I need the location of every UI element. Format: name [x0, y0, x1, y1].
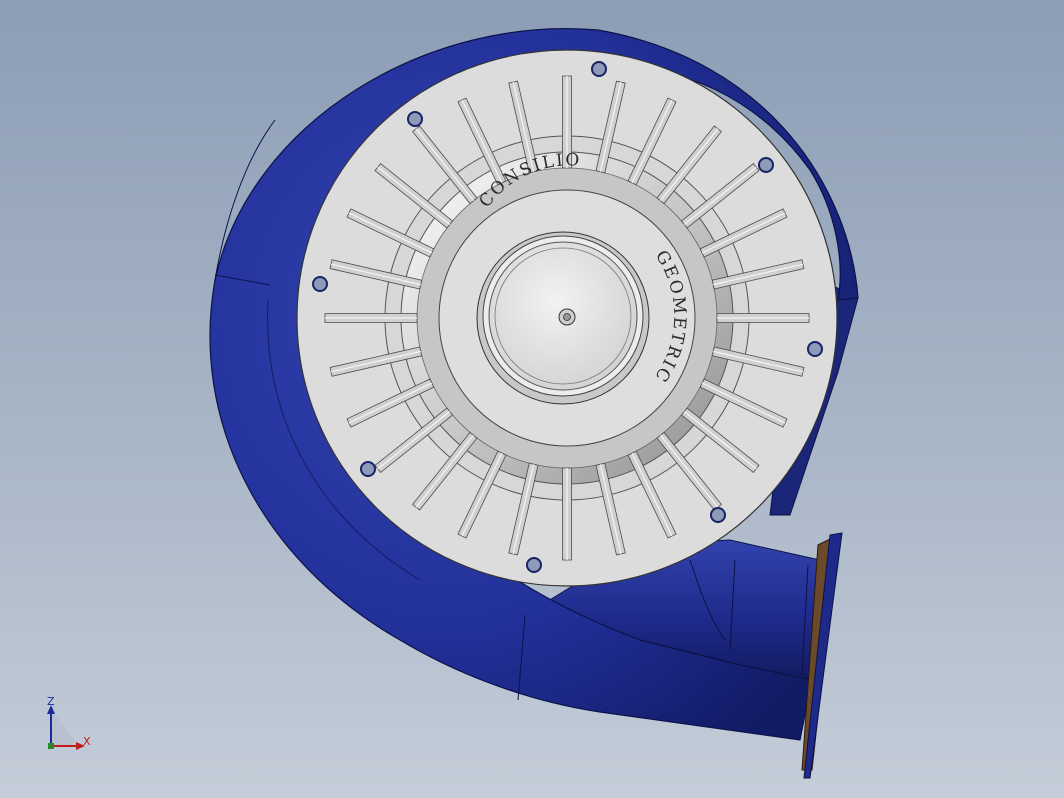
bolt-icon: [758, 157, 774, 173]
bolt-icon: [591, 61, 607, 77]
orientation-triad[interactable]: Z X: [40, 696, 100, 756]
bolt-icon: [710, 507, 726, 523]
z-axis-label: Z: [47, 695, 55, 708]
cad-viewport[interactable]: CONSILIO GEOMETRIC Z X: [0, 0, 1064, 798]
blower-model[interactable]: CONSILIO GEOMETRIC: [0, 0, 1064, 798]
bolt-icon: [807, 341, 823, 357]
y-axis-icon: [48, 743, 54, 749]
bolt-icon: [526, 557, 542, 573]
triad-plane-icon: [51, 708, 78, 746]
inlet-hub: [476, 231, 650, 405]
bolt-icon: [312, 276, 328, 292]
bolt-icon: [407, 111, 423, 127]
x-axis-label: X: [83, 735, 91, 748]
bolt-icon: [360, 461, 376, 477]
